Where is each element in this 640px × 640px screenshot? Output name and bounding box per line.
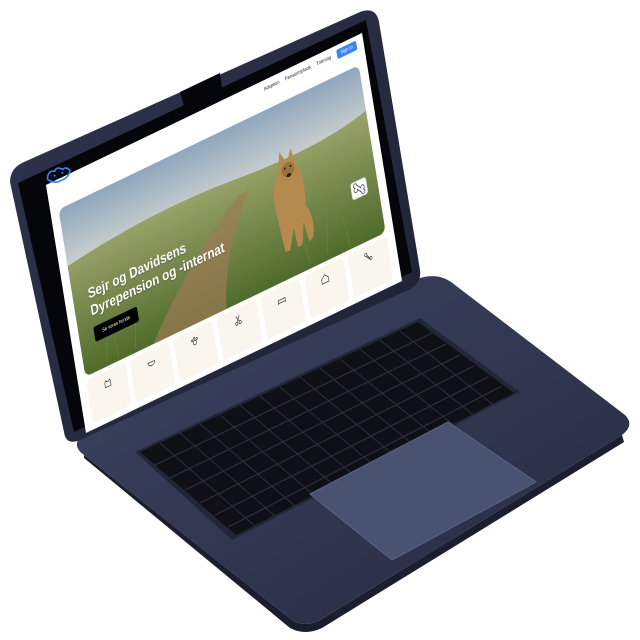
bed-icon xyxy=(277,297,286,306)
nav-link-traening[interactable]: Træning xyxy=(316,55,331,67)
bowl-icon xyxy=(147,359,155,367)
scissors-icon xyxy=(235,315,242,326)
paw-icon xyxy=(191,336,198,346)
sign-in-button[interactable]: Sign in xyxy=(335,40,358,60)
nav-link-adoption[interactable]: Adoption xyxy=(263,80,279,92)
laptop-mockup: Adoption Pensionsplads Træning Sign in S… xyxy=(0,0,640,640)
nav-link-pensionsplads[interactable]: Pensionsplads xyxy=(285,65,311,82)
bone-icon xyxy=(364,252,373,260)
dog-icon xyxy=(104,378,112,389)
house-icon xyxy=(321,274,330,285)
